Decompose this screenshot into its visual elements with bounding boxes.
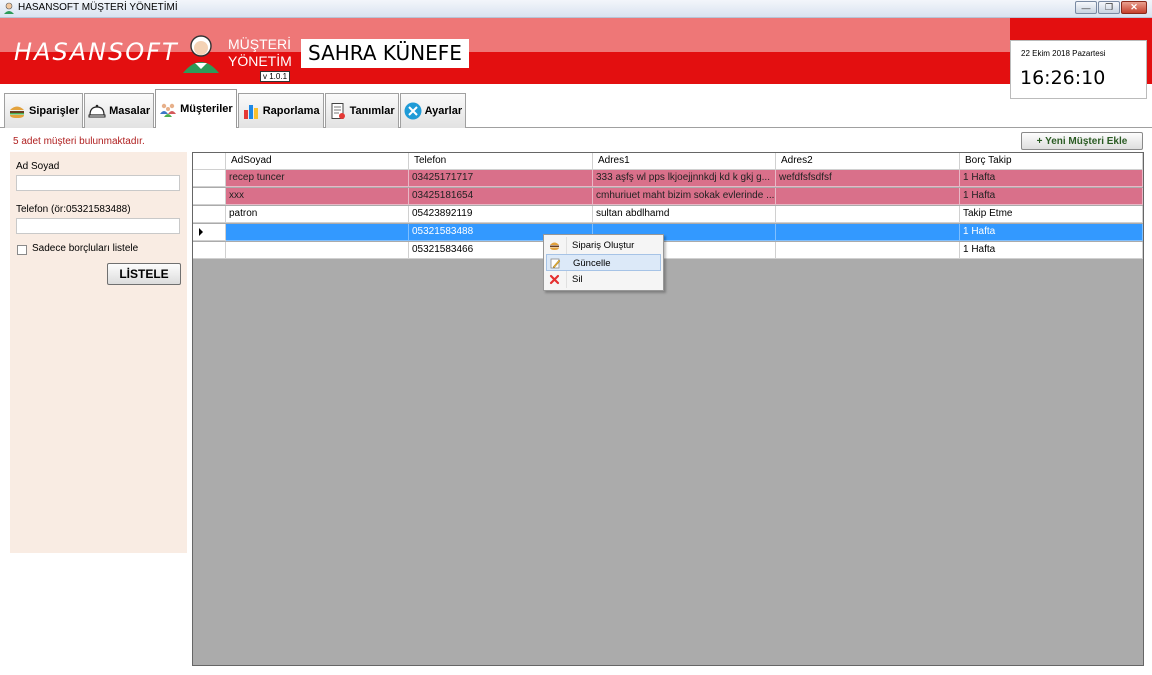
minimize-icon: — xyxy=(1081,2,1091,13)
document-icon xyxy=(331,103,345,119)
name-label: Ad Soyad xyxy=(16,161,60,172)
cell-adres2[interactable] xyxy=(776,224,960,241)
cell-borc-takip[interactable]: 1 Hafta xyxy=(960,188,1143,205)
table-row[interactable]: 05321583466 1 Hafta xyxy=(193,242,1143,259)
app-header: HASANSOFT MÜŞTERİ YÖNETİM v 1.0.1 SAHRA … xyxy=(0,18,1152,99)
column-header-adres2[interactable]: Adres2 xyxy=(776,153,960,170)
tab-tanimlar[interactable]: Tanımlar xyxy=(324,93,399,128)
window-title: HASANSOFT MÜŞTERİ YÖNETİMİ xyxy=(18,2,178,13)
column-header-telefon[interactable]: Telefon xyxy=(409,153,593,170)
context-menu: Sipariş Oluştur Güncelle Sil xyxy=(543,234,664,291)
company-name: SAHRA KÜNEFE xyxy=(301,39,469,68)
table-row[interactable]: xxx 03425181654 cmhuriuet maht bizim sok… xyxy=(193,188,1143,205)
cell-adsoyad[interactable]: xxx xyxy=(226,188,409,205)
menu-item-update[interactable]: Güncelle xyxy=(546,254,661,271)
cell-borc-takip[interactable]: 1 Hafta xyxy=(960,242,1143,259)
cell-adres1[interactable]: cmhuriuet maht bizim sokak evlerinde ... xyxy=(593,188,776,205)
close-icon: ✕ xyxy=(1130,2,1138,12)
customer-grid: AdSoyad Telefon Adres1 Adres2 Borç Takip… xyxy=(192,152,1144,666)
restore-button[interactable]: ❐ xyxy=(1098,1,1120,14)
debt-only-label: Sadece borçluları listele xyxy=(32,243,139,254)
cell-adsoyad[interactable]: recep tuncer xyxy=(226,170,409,187)
row-header-corner xyxy=(193,153,226,170)
current-row-arrow-icon xyxy=(199,228,203,236)
tab-siparisler[interactable]: Siparişler xyxy=(4,93,84,128)
tab-masalar[interactable]: Masalar xyxy=(84,93,155,128)
column-header-adres1[interactable]: Adres1 xyxy=(593,153,776,170)
table-row-selected[interactable]: 05321583488 1 Hafta xyxy=(193,224,1143,241)
menu-item-create-order[interactable]: Sipariş Oluştur xyxy=(546,237,661,254)
debt-only-checkbox[interactable] xyxy=(17,245,27,255)
delete-icon xyxy=(549,274,560,285)
product-name: MÜŞTERİ YÖNETİM xyxy=(228,36,292,69)
window-titlebar: HASANSOFT MÜŞTERİ YÖNETİMİ — ❐ ✕ xyxy=(0,0,1152,18)
cell-adres2[interactable] xyxy=(776,206,960,223)
people-icon xyxy=(160,103,177,117)
filter-panel: Ad Soyad Telefon (ör:05321583488) Sadece… xyxy=(10,152,187,553)
clock-time: 16:26:10 xyxy=(1020,67,1106,89)
phone-label: Telefon (ör:05321583488) xyxy=(16,204,131,215)
service-bell-icon xyxy=(88,104,106,118)
app-user-icon xyxy=(4,2,14,14)
cell-adsoyad[interactable] xyxy=(226,242,409,259)
version-badge: v 1.0.1 xyxy=(260,71,291,82)
cell-telefon[interactable]: 03425171717 xyxy=(409,170,593,187)
close-button[interactable]: ✕ xyxy=(1121,1,1147,14)
row-header[interactable] xyxy=(193,188,226,205)
table-row[interactable]: patron 05423892119 sultan abdlhamd Takip… xyxy=(193,206,1143,223)
restore-icon: ❐ xyxy=(1104,2,1114,12)
list-button[interactable]: LİSTELE xyxy=(107,263,181,285)
phone-input[interactable] xyxy=(16,218,180,234)
tab-musteriler[interactable]: Müşteriler xyxy=(155,89,237,128)
add-customer-button[interactable]: + Yeni Müşteri Ekle xyxy=(1021,132,1143,150)
main-tabs: Siparişler Masalar Müşteriler Raporlama … xyxy=(4,89,467,128)
cell-telefon[interactable]: 03425181654 xyxy=(409,188,593,205)
cell-adsoyad[interactable] xyxy=(226,224,409,241)
column-header-adsoyad[interactable]: AdSoyad xyxy=(226,153,409,170)
cell-borc-takip[interactable]: Takip Etme xyxy=(960,206,1143,223)
logo-chef-icon xyxy=(183,35,219,73)
cell-borc-takip[interactable]: 1 Hafta xyxy=(960,224,1143,241)
tools-icon xyxy=(404,102,422,120)
cell-telefon[interactable]: 05423892119 xyxy=(409,206,593,223)
grid-header-row: AdSoyad Telefon Adres1 Adres2 Borç Takip xyxy=(193,153,1143,170)
cell-adres1[interactable]: 333 aşfş wl pps lkjoejjnnkdj kd k gkj g.… xyxy=(593,170,776,187)
cell-adres2[interactable] xyxy=(776,242,960,259)
burger-icon xyxy=(10,106,24,118)
minimize-button[interactable]: — xyxy=(1075,1,1097,14)
tab-raporlama[interactable]: Raporlama xyxy=(237,93,324,128)
cell-adres2[interactable] xyxy=(776,188,960,205)
cell-adres2[interactable]: wefdfsfsdfsf xyxy=(776,170,960,187)
brand-name: HASANSOFT xyxy=(14,38,179,66)
customer-count-text: 5 adet müşteri bulunmaktadır. xyxy=(13,136,145,147)
cell-adres1[interactable]: sultan abdlhamd xyxy=(593,206,776,223)
bar-chart-icon xyxy=(243,105,258,119)
row-header[interactable] xyxy=(193,170,226,187)
row-header[interactable] xyxy=(193,224,226,241)
column-header-borc-takip[interactable]: Borç Takip xyxy=(960,153,1143,170)
tab-ayarlar[interactable]: Ayarlar xyxy=(399,93,467,128)
row-header[interactable] xyxy=(193,206,226,223)
cell-borc-takip[interactable]: 1 Hafta xyxy=(960,170,1143,187)
clock-date: 22 Ekim 2018 Pazartesi xyxy=(1021,49,1106,58)
burger-icon xyxy=(550,242,559,250)
clock-panel: 22 Ekim 2018 Pazartesi 16:26:10 xyxy=(1010,40,1147,99)
row-header[interactable] xyxy=(193,242,226,259)
menu-item-delete[interactable]: Sil xyxy=(546,271,661,288)
edit-icon xyxy=(550,258,561,269)
table-row[interactable]: recep tuncer 03425171717 333 aşfş wl pps… xyxy=(193,170,1143,187)
name-input[interactable] xyxy=(16,175,180,191)
cell-adsoyad[interactable]: patron xyxy=(226,206,409,223)
